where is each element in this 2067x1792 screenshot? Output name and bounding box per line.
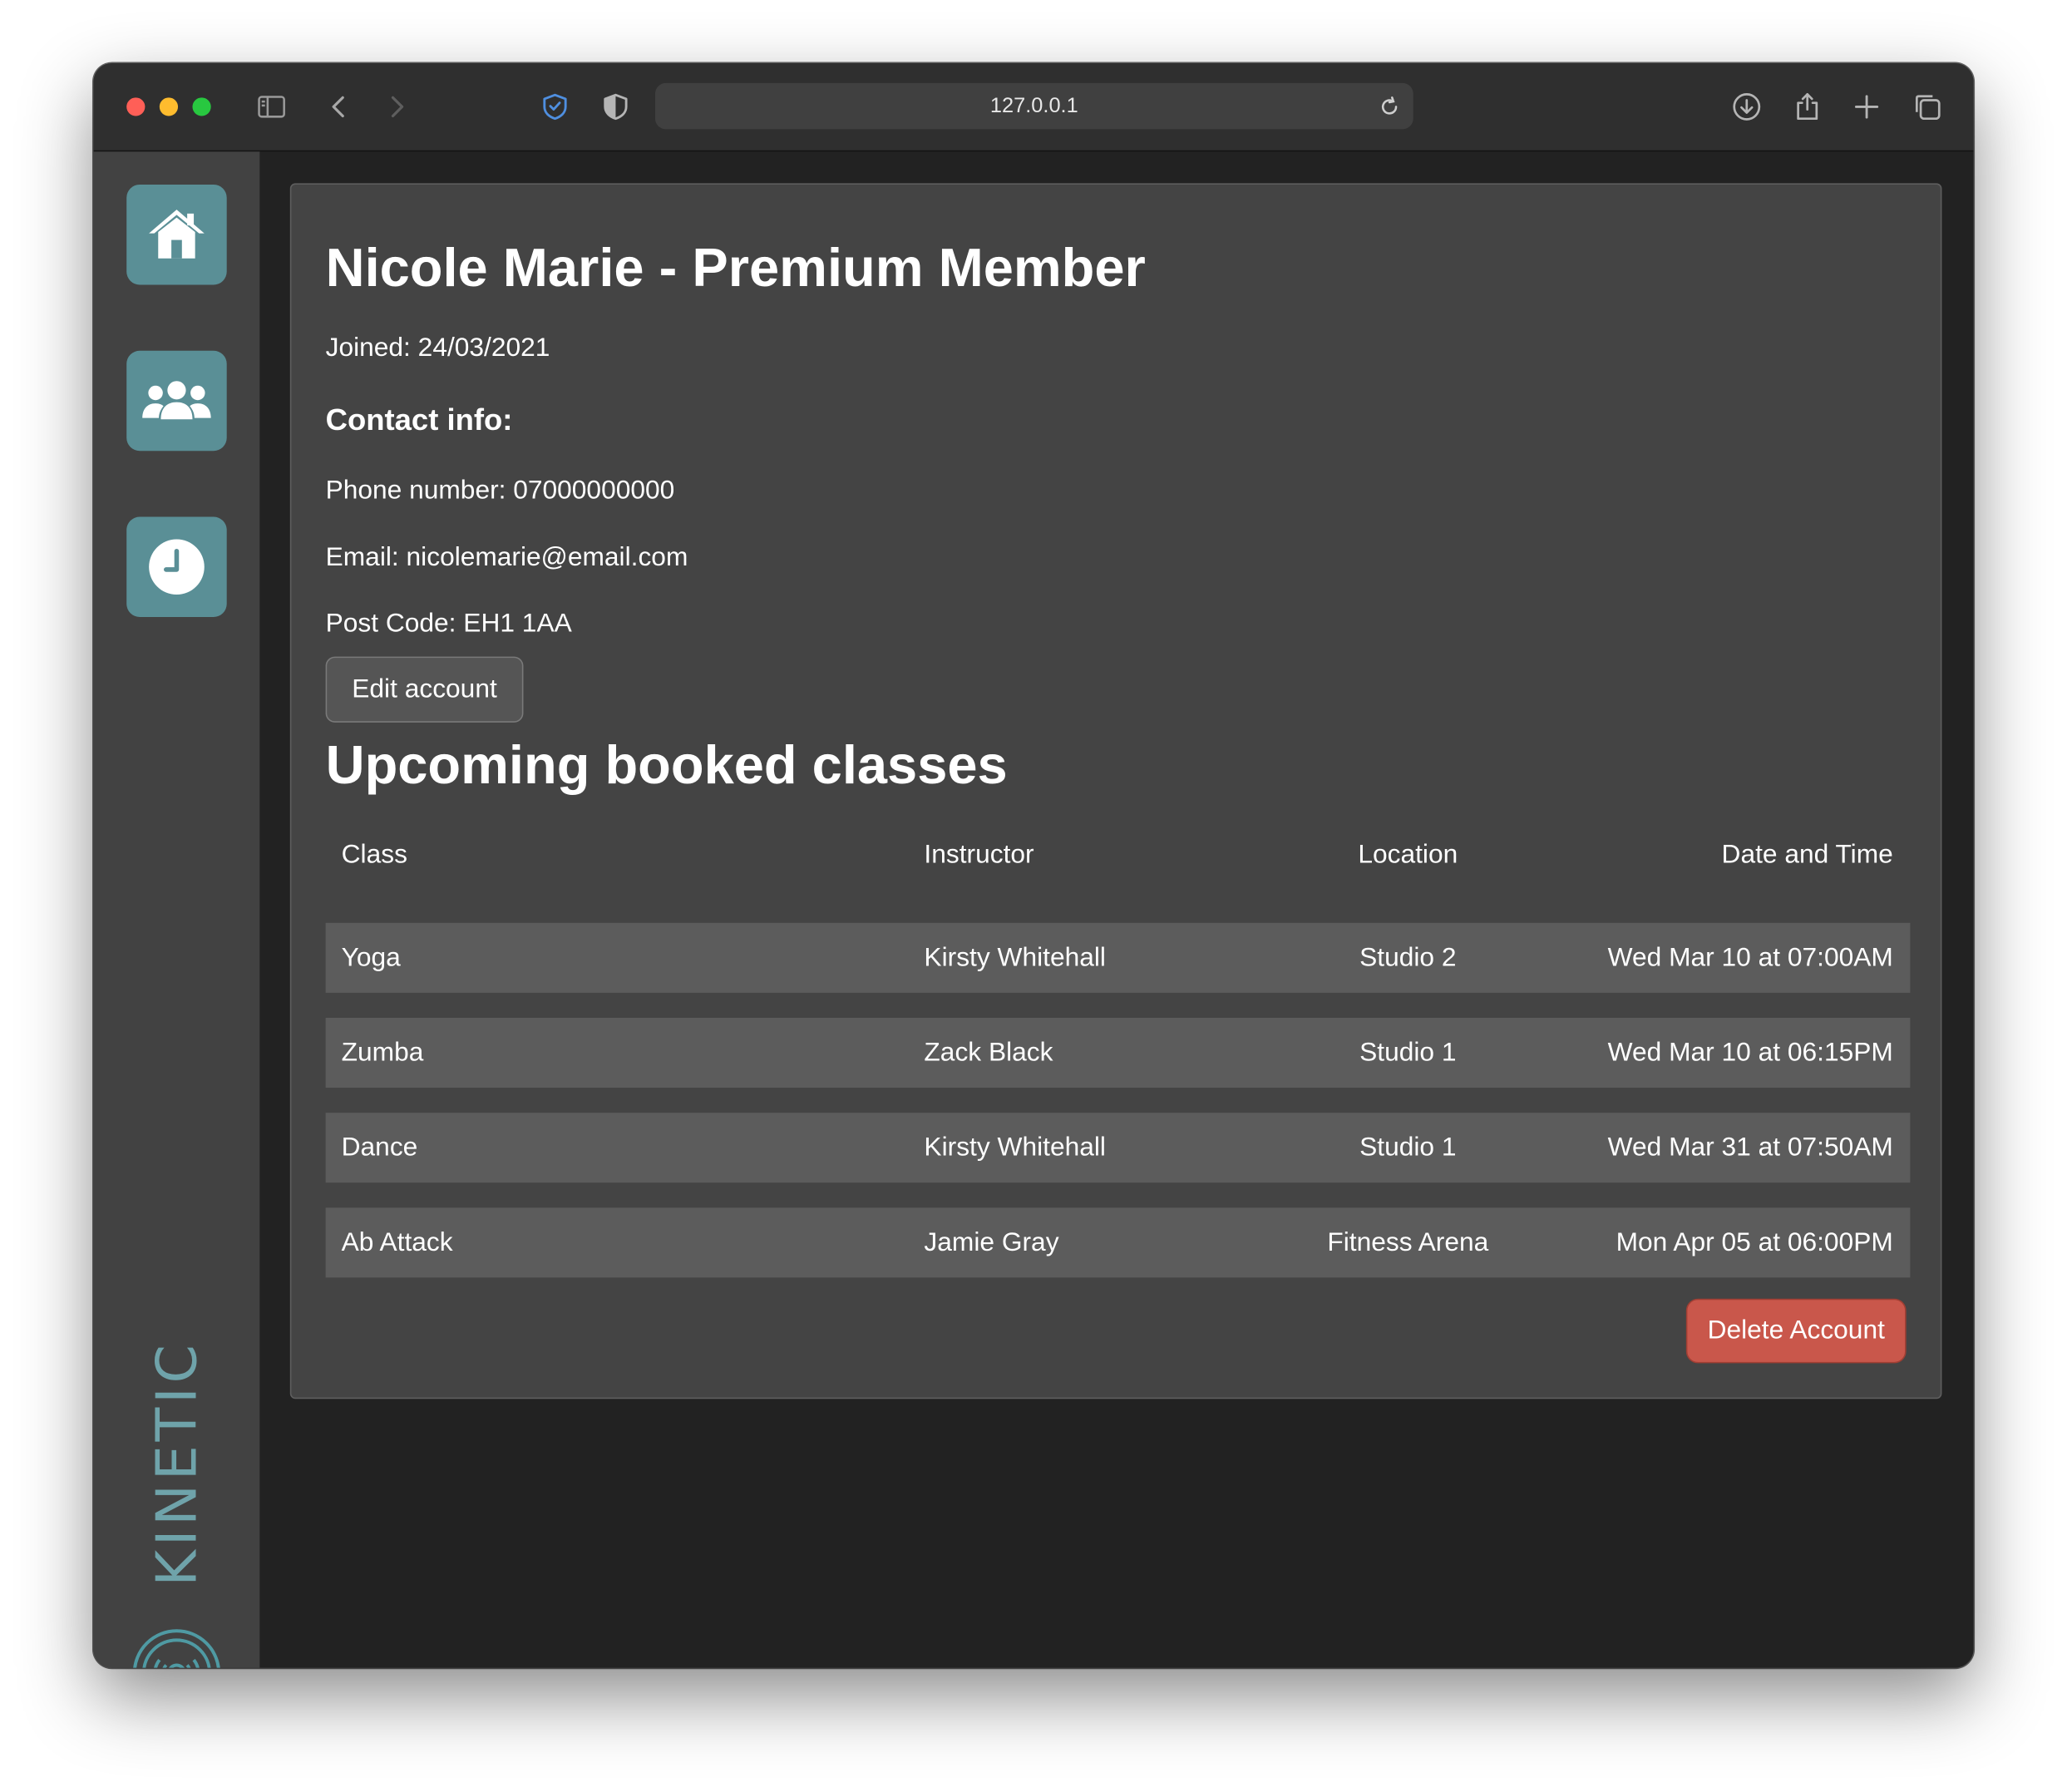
delete-account-button[interactable]: Delete Account bbox=[1685, 1298, 1907, 1364]
table-row[interactable]: Zumba Zack Black Studio 1 Wed Mar 10 at … bbox=[325, 1018, 1911, 1089]
date-time-cell: Wed Mar 31 at 07:50AM bbox=[1607, 1132, 1893, 1162]
clock-icon bbox=[145, 536, 208, 599]
contact-info-heading: Contact info: bbox=[325, 402, 513, 437]
location-cell: Fitness Arena bbox=[1327, 1227, 1489, 1256]
booked-classes-heading: Upcoming booked classes bbox=[325, 734, 1008, 796]
close-window-button[interactable] bbox=[126, 97, 146, 116]
zoom-window-button[interactable] bbox=[192, 97, 211, 116]
users-icon bbox=[140, 374, 214, 427]
class-name-cell: Zumba bbox=[341, 1037, 424, 1067]
column-header-instructor: Instructor bbox=[924, 839, 1034, 869]
phone-number: Phone number: 07000000000 bbox=[325, 476, 675, 506]
instructor-cell: Kirsty Whitehall bbox=[924, 942, 1106, 972]
table-header: Class Instructor Location Date and Time bbox=[326, 820, 1911, 890]
address-bar[interactable]: 127.0.0.1 bbox=[654, 82, 1413, 130]
browser-window: 127.0.0.1 KINETIC Nicole Marie - Premium… bbox=[93, 63, 1974, 1668]
location-cell: Studio 1 bbox=[1359, 1037, 1457, 1067]
date-time-cell: Wed Mar 10 at 06:15PM bbox=[1607, 1037, 1893, 1067]
downloads-icon[interactable] bbox=[1731, 91, 1763, 122]
privacy-shield-icon[interactable] bbox=[539, 91, 570, 122]
new-tab-icon[interactable] bbox=[1851, 91, 1882, 122]
sidebar: KINETIC bbox=[93, 151, 260, 1668]
forward-icon[interactable] bbox=[381, 91, 412, 122]
back-icon[interactable] bbox=[323, 91, 354, 122]
brand-wordmark: KINETIC bbox=[144, 1340, 210, 1587]
home-icon bbox=[145, 203, 208, 266]
url-text: 127.0.0.1 bbox=[989, 95, 1078, 118]
class-name-cell: Ab Attack bbox=[341, 1227, 453, 1256]
sidebar-item-home[interactable] bbox=[126, 184, 227, 285]
edit-account-button[interactable]: Edit account bbox=[325, 656, 524, 723]
table-row[interactable]: Yoga Kirsty Whitehall Studio 2 Wed Mar 1… bbox=[325, 922, 1911, 993]
date-time-cell: Mon Apr 05 at 06:00PM bbox=[1616, 1227, 1893, 1256]
instructor-cell: Zack Black bbox=[924, 1037, 1053, 1067]
reload-icon[interactable] bbox=[1376, 94, 1403, 121]
page-title: Nicole Marie - Premium Member bbox=[325, 237, 1146, 299]
browser-toolbar: 127.0.0.1 bbox=[93, 63, 1974, 152]
table-row[interactable]: Dance Kirsty Whitehall Studio 1 Wed Mar … bbox=[325, 1113, 1911, 1183]
instructor-cell: Jamie Gray bbox=[924, 1227, 1059, 1256]
location-cell: Studio 1 bbox=[1359, 1132, 1457, 1162]
date-time-cell: Wed Mar 10 at 07:00AM bbox=[1607, 942, 1893, 972]
sidebar-item-members[interactable] bbox=[126, 350, 227, 452]
sidebar-toggle-icon[interactable] bbox=[256, 91, 288, 122]
kinetic-logo-icon bbox=[132, 1628, 222, 1668]
column-header-date-time: Date and Time bbox=[1721, 839, 1893, 869]
share-icon[interactable] bbox=[1792, 91, 1823, 122]
tab-overview-icon[interactable] bbox=[1912, 91, 1943, 122]
joined-date: Joined: 24/03/2021 bbox=[325, 333, 550, 363]
post-code: Post Code: EH1 1AA bbox=[325, 609, 572, 639]
table-row[interactable]: Ab Attack Jamie Gray Fitness Arena Mon A… bbox=[325, 1207, 1911, 1278]
instructor-cell: Kirsty Whitehall bbox=[924, 1132, 1106, 1162]
sidebar-item-schedule[interactable] bbox=[126, 516, 227, 618]
location-cell: Studio 2 bbox=[1359, 942, 1457, 972]
member-profile-card: Nicole Marie - Premium Member Joined: 24… bbox=[289, 183, 1942, 1400]
minimize-window-button[interactable] bbox=[159, 97, 179, 116]
column-header-class: Class bbox=[341, 839, 407, 869]
class-name-cell: Dance bbox=[341, 1132, 418, 1162]
shield-icon[interactable] bbox=[599, 91, 631, 122]
email-address: Email: nicolemarie@email.com bbox=[325, 543, 688, 573]
column-header-location: Location bbox=[1358, 839, 1458, 869]
class-name-cell: Yoga bbox=[341, 942, 401, 972]
